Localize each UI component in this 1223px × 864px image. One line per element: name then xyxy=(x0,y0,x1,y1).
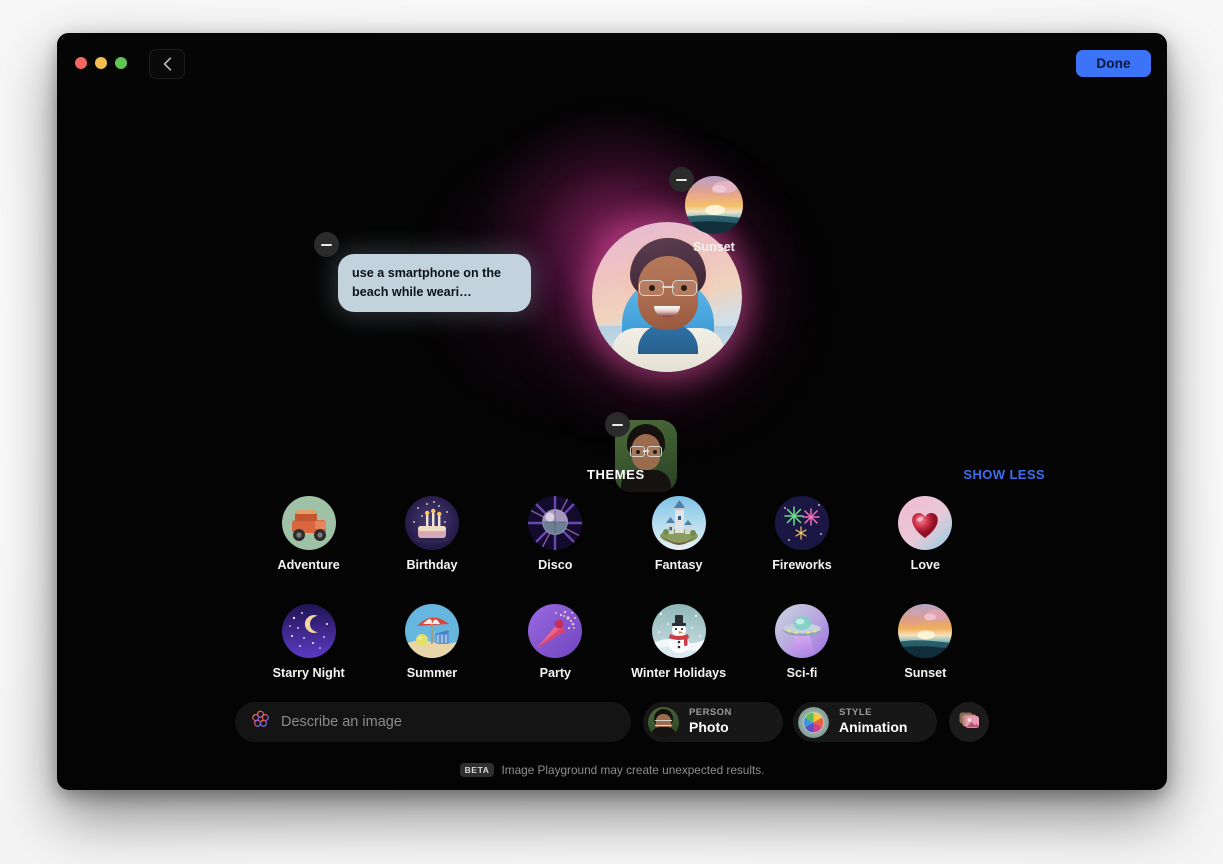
birthday-icon xyxy=(404,496,459,550)
done-button[interactable]: Done xyxy=(1076,50,1151,77)
theme-item-summer[interactable]: Summer xyxy=(370,604,493,680)
person-label: PERSON xyxy=(689,706,732,718)
style-value: Animation xyxy=(839,719,908,736)
theme-item-love[interactable]: Love xyxy=(864,496,987,572)
themes-title: THEMES xyxy=(587,467,645,482)
person-value: Photo xyxy=(689,719,729,736)
sunset-icon xyxy=(898,604,953,658)
theme-label: Disco xyxy=(538,558,573,572)
remove-theme-button[interactable] xyxy=(669,167,694,192)
love-icon xyxy=(898,496,953,550)
photo-picker-button[interactable] xyxy=(949,702,989,742)
back-button[interactable] xyxy=(149,49,185,79)
person-selector-button[interactable]: PERSON Photo xyxy=(643,702,783,742)
theme-item-party[interactable]: Party xyxy=(494,604,617,680)
theme-label: Fantasy xyxy=(654,558,703,572)
photos-icon xyxy=(959,710,980,734)
theme-label: Sunset xyxy=(904,666,947,680)
theme-item-sci-fi[interactable]: Sci-fi xyxy=(740,604,863,680)
minus-icon xyxy=(612,423,623,426)
theme-label: Party xyxy=(539,666,572,680)
image-playground-window: Done use a smartphone on the beach while… xyxy=(57,33,1167,790)
close-button[interactable] xyxy=(75,57,87,69)
color-wheel-icon xyxy=(798,706,829,738)
remove-person-button[interactable] xyxy=(605,412,630,437)
theme-label: Summer xyxy=(406,666,458,680)
adventure-icon xyxy=(281,496,336,550)
person-thumbnail-icon xyxy=(648,706,679,738)
theme-item-adventure[interactable]: Adventure xyxy=(247,496,370,572)
beta-badge: BETA xyxy=(459,763,495,777)
footer-disclaimer: BETA Image Playground may create unexpec… xyxy=(57,763,1167,777)
describe-image-field[interactable]: Describe an image xyxy=(235,702,631,742)
party-icon xyxy=(528,604,583,658)
traffic-lights xyxy=(75,57,127,69)
theme-label: Adventure xyxy=(277,558,340,572)
theme-item-birthday[interactable]: Birthday xyxy=(370,496,493,572)
apple-intelligence-icon xyxy=(251,710,270,734)
theme-item-fantasy[interactable]: Fantasy xyxy=(617,496,740,572)
minus-icon xyxy=(321,243,332,246)
generation-canvas[interactable]: use a smartphone on the beach while wear… xyxy=(57,95,1167,500)
chevron-left-icon xyxy=(163,57,172,71)
footer-text: Image Playground may create unexpected r… xyxy=(501,763,765,777)
style-label: STYLE xyxy=(839,706,872,718)
theme-label: Love xyxy=(910,558,941,572)
theme-item-disco[interactable]: Disco xyxy=(494,496,617,572)
theme-item-fireworks[interactable]: Fireworks xyxy=(740,496,863,572)
show-less-button[interactable]: SHOW LESS xyxy=(963,467,1045,482)
style-selector-button[interactable]: STYLE Animation xyxy=(793,702,937,742)
canvas-token-label: Sunset xyxy=(693,240,735,254)
theme-label: Birthday xyxy=(406,558,458,572)
fireworks-icon xyxy=(774,496,829,550)
desktop-background: Done use a smartphone on the beach while… xyxy=(0,0,1223,864)
minimize-button[interactable] xyxy=(95,57,107,69)
themes-header: THEMES SHOW LESS xyxy=(57,467,1167,489)
disco-icon xyxy=(528,496,583,550)
theme-item-sunset[interactable]: Sunset xyxy=(864,604,987,680)
sunset-thumbnail-icon xyxy=(685,176,743,234)
minus-icon xyxy=(676,178,687,181)
generated-image-glasses xyxy=(639,280,697,296)
describe-image-placeholder: Describe an image xyxy=(281,714,402,730)
scifi-icon xyxy=(774,604,829,658)
theme-label: Fireworks xyxy=(772,558,832,572)
summer-icon xyxy=(404,604,459,658)
winter-holidays-icon xyxy=(651,604,706,658)
theme-item-winter-holidays[interactable]: Winter Holidays xyxy=(617,604,740,680)
theme-label: Starry Night xyxy=(272,666,345,680)
theme-label: Winter Holidays xyxy=(631,666,727,680)
remove-prompt-button[interactable] xyxy=(314,232,339,257)
themes-grid: Adventure Birthday Disco Fantasy Firewor… xyxy=(247,496,987,680)
theme-item-starry-night[interactable]: Starry Night xyxy=(247,604,370,680)
prompt-chip-text: use a smartphone on the beach while wear… xyxy=(352,266,502,299)
theme-label: Sci-fi xyxy=(786,666,818,680)
bottom-toolbar: Describe an image PERSON Photo STYLE Ani… xyxy=(57,702,1167,746)
canvas-token-sunset[interactable]: Sunset xyxy=(669,167,744,254)
starry-night-icon xyxy=(281,604,336,658)
prompt-chip[interactable]: use a smartphone on the beach while wear… xyxy=(314,232,531,313)
zoom-button[interactable] xyxy=(115,57,127,69)
fantasy-icon xyxy=(651,496,706,550)
title-bar: Done xyxy=(57,33,1167,95)
